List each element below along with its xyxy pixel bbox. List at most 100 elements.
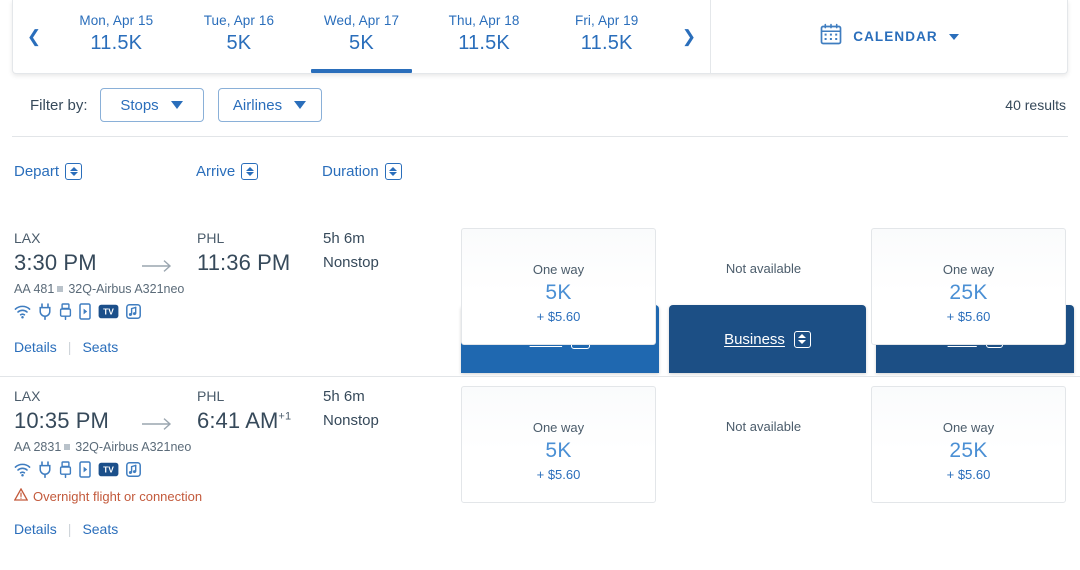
column-headers: Depart Arrive Duration — [14, 163, 460, 193]
date-item-fri-apr-19[interactable]: Fri, Apr 19 11.5K — [545, 0, 668, 73]
next-dates-button[interactable]: ❯ — [668, 0, 710, 73]
arrive-block: PHL 6:41 AM+1 — [197, 387, 291, 436]
arrow-right-icon — [141, 417, 173, 431]
sort-arrive-button[interactable]: Arrive — [196, 163, 259, 180]
table-row: LAX 10:35 PM PHL 6:41 AM+1 5h 6m Nonstop… — [0, 376, 1080, 542]
date-price: 11.5K — [90, 31, 143, 54]
flight-stops: Nonstop — [323, 412, 379, 429]
details-link[interactable]: Details — [14, 339, 57, 355]
fare-cell-main: One way 5K + $5.60 — [461, 228, 656, 376]
date-label: Fri, Apr 19 — [574, 12, 639, 28]
sort-depart-button[interactable]: Depart — [14, 163, 83, 180]
fare-card-main[interactable]: One way 5K + $5.60 — [461, 228, 656, 345]
duration-block: 5h 6m Nonstop — [323, 229, 379, 278]
wifi-icon — [14, 462, 31, 477]
fare-cell-business: Not available — [666, 228, 861, 376]
table-row: LAX 3:30 PM PHL 11:36 PM 5h 6m Nonstop A… — [0, 219, 1080, 376]
flight-stops: Nonstop — [323, 254, 379, 271]
svg-text:TV: TV — [103, 306, 114, 316]
results-table-header: Depart Arrive Duration Main Busi — [0, 137, 1080, 373]
flight-meta: AA 481 32Q-Airbus A321neo — [14, 282, 184, 296]
date-label: Mon, Apr 15 — [79, 12, 154, 28]
seats-link[interactable]: Seats — [82, 339, 118, 355]
music-icon — [126, 462, 141, 477]
date-list: Mon, Apr 15 11.5K Tue, Apr 16 5K Wed, Ap… — [55, 0, 668, 73]
fare-cells: One way 5K + $5.60 Not available One way… — [461, 377, 1066, 542]
caret-down-icon — [948, 33, 959, 40]
date-label: Tue, Apr 16 — [203, 12, 275, 28]
arrive-airport: PHL — [197, 230, 225, 246]
depart-block: LAX 3:30 PM — [14, 229, 97, 278]
calendar-button[interactable]: CALENDAR — [711, 0, 1067, 73]
power-outlet-icon — [38, 303, 52, 320]
flight-number: AA 481 — [14, 282, 55, 296]
sort-updown-icon — [384, 163, 402, 180]
fare-card-first[interactable]: One way 25K + $5.60 — [871, 228, 1066, 345]
depart-airport: LAX — [14, 230, 41, 246]
meta-separator-icon — [57, 286, 64, 293]
flight-results-list: LAX 3:30 PM PHL 11:36 PM 5h 6m Nonstop A… — [0, 219, 1080, 542]
date-item-mon-apr-15[interactable]: Mon, Apr 15 11.5K — [55, 0, 178, 73]
fare-card-first[interactable]: One way 25K + $5.60 — [871, 386, 1066, 503]
duration-block: 5h 6m Nonstop — [323, 387, 379, 436]
calendar-icon — [819, 22, 843, 51]
fare-tax: + $5.60 — [946, 467, 991, 482]
stops-filter-button[interactable]: Stops — [99, 88, 204, 122]
sort-duration-button[interactable]: Duration — [322, 163, 402, 180]
date-price: 11.5K — [580, 31, 633, 54]
date-item-tue-apr-16[interactable]: Tue, Apr 16 5K — [178, 0, 301, 73]
filter-bar: Filter by: Stops Airlines 40 results — [0, 74, 1080, 136]
seats-link[interactable]: Seats — [82, 521, 118, 537]
arrive-time: 6:41 AM — [197, 408, 279, 433]
results-count: 40 results — [1005, 97, 1066, 113]
fare-type: One way — [942, 420, 995, 435]
fare-card-main[interactable]: One way 5K + $5.60 — [461, 386, 656, 503]
flight-number: AA 2831 — [14, 440, 62, 454]
tv-icon: TV — [98, 304, 119, 319]
amenities-list: TV — [14, 303, 141, 320]
wifi-icon — [14, 304, 31, 319]
flight-info: LAX 10:35 PM PHL 6:41 AM+1 5h 6m Nonstop… — [13, 377, 461, 542]
row-links: Details | Seats — [14, 339, 118, 355]
depart-column-label: Depart — [14, 163, 60, 180]
arrive-time-wrap: 6:41 AM+1 — [197, 406, 291, 436]
fare-miles: 5K — [545, 439, 572, 462]
power-outlet-icon — [38, 461, 52, 478]
caret-down-icon — [170, 101, 183, 109]
warning-triangle-icon — [13, 487, 29, 504]
depart-time: 3:30 PM — [14, 250, 97, 275]
arrive-column-label: Arrive — [196, 163, 236, 180]
overnight-warning-text: Overnight flight or connection — [33, 488, 203, 504]
fare-unavailable: Not available — [725, 419, 802, 434]
previous-dates-button[interactable]: ❮ — [13, 0, 55, 73]
usb-port-icon — [59, 461, 72, 478]
caret-down-icon — [294, 101, 307, 109]
svg-text:TV: TV — [103, 464, 114, 474]
streaming-device-icon — [79, 303, 91, 320]
sort-updown-icon — [65, 163, 83, 180]
details-link[interactable]: Details — [14, 521, 57, 537]
fare-cell-business: Not available — [666, 386, 861, 542]
date-item-thu-apr-18[interactable]: Thu, Apr 18 11.5K — [423, 0, 546, 73]
meta-separator-icon — [64, 444, 71, 451]
flight-duration: 5h 6m — [323, 230, 365, 247]
arrive-airport: PHL — [197, 388, 225, 404]
airlines-filter-button[interactable]: Airlines — [217, 88, 322, 122]
fare-type: One way — [532, 262, 585, 277]
row-links: Details | Seats — [14, 521, 118, 537]
date-item-wed-apr-17[interactable]: Wed, Apr 17 5K — [300, 0, 423, 73]
fare-miles: 25K — [949, 439, 988, 462]
tv-icon: TV — [98, 462, 119, 477]
arrive-time-wrap: 11:36 PM — [197, 248, 290, 278]
fare-cell-first: One way 25K + $5.60 — [871, 228, 1066, 376]
fare-type: One way — [942, 262, 995, 277]
depart-block: LAX 10:35 PM — [14, 387, 109, 436]
filter-by-label: Filter by: — [30, 96, 88, 114]
flight-info: LAX 3:30 PM PHL 11:36 PM 5h 6m Nonstop A… — [14, 219, 461, 376]
aircraft-type: 32Q-Airbus A321neo — [75, 440, 192, 454]
date-price: 5K — [226, 31, 252, 54]
stops-filter-label: Stops — [120, 96, 159, 114]
arrive-block: PHL 11:36 PM — [197, 229, 290, 278]
arrow-right-icon — [141, 259, 173, 273]
calendar-label: CALENDAR — [853, 29, 938, 44]
